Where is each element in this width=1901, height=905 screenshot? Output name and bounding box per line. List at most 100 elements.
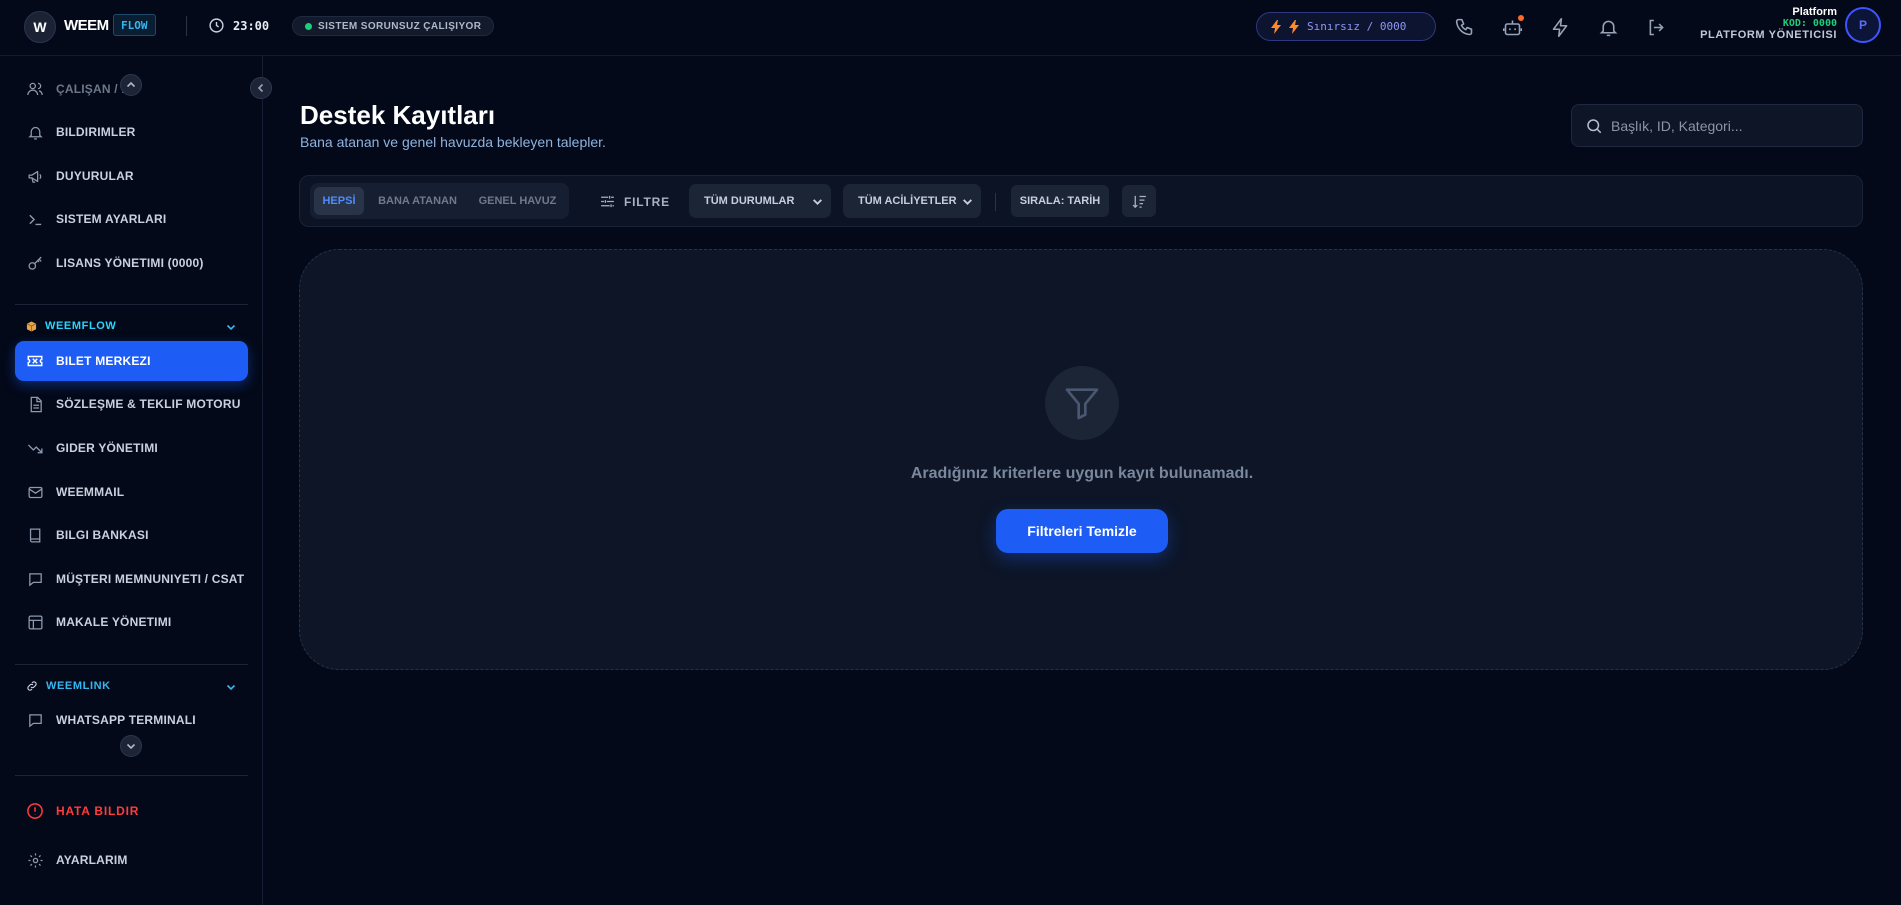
logo-badge[interactable]: W [24, 11, 56, 43]
sidebar-item-expenses[interactable]: GIDER YÖNETIMI [15, 428, 248, 468]
sidebar-item-whatsapp[interactable]: WHATSAPP TERMINALI [15, 700, 248, 740]
user-info[interactable]: Platform KOD: 0000 PLATFORM YÖNETICISI [1700, 6, 1837, 41]
chevron-down-icon [812, 196, 823, 207]
sidebar-item-csat[interactable]: MÜŞTERI MEMNUNIYETI / CSAT [15, 559, 248, 599]
sidebar-item-license[interactable]: LISANS YÖNETIMI (0000) [15, 243, 248, 283]
layout-icon [26, 613, 44, 631]
sidebar-item-label: MAKALE YÖNETIMI [56, 615, 172, 629]
chevron-down-icon[interactable] [226, 322, 236, 332]
lightning-icon [1271, 19, 1281, 34]
sidebar-item-articles[interactable]: MAKALE YÖNETIMI [15, 602, 248, 642]
system-status-text: SISTEM SORUNSUZ ÇALIŞIYOR [318, 20, 482, 32]
tab-all[interactable]: HEPSİ [314, 187, 364, 215]
chat-icon [26, 711, 44, 729]
sidebar-item-label: ÇALIŞAN / E [56, 82, 130, 96]
sidebar-item-label: BILGI BANKASI [56, 528, 149, 542]
sidebar-item-label: DUYURULAR [56, 169, 134, 183]
brand-name: WEEM [64, 17, 109, 34]
divider [995, 193, 996, 211]
sidebar-item-notifications[interactable]: BILDIRIMLER [15, 112, 248, 152]
sidebar-item-label: BILDIRIMLER [56, 125, 136, 139]
ticket-icon [26, 352, 44, 370]
report-bug-label: HATA BILDIR [56, 804, 140, 818]
sort-descending-icon [1131, 193, 1148, 210]
chevron-down-icon[interactable] [226, 682, 236, 692]
book-icon [26, 526, 44, 544]
alert-circle-icon [26, 802, 44, 820]
chevron-down-icon [962, 196, 973, 207]
sidebar-item-label: SÖZLEŞME & TEKLIF MOTORU [56, 397, 241, 411]
sidebar-item-knowledge-base[interactable]: BILGI BANKASI [15, 515, 248, 555]
group-header-weemlink[interactable]: WEEMLINK [26, 680, 111, 692]
sort-direction-button[interactable] [1122, 185, 1156, 217]
bell-icon[interactable] [1596, 15, 1620, 39]
tab-assigned-to-me[interactable]: BANA ATANAN [370, 187, 465, 215]
sidebar-item-label: LISANS YÖNETIMI (0000) [56, 256, 204, 270]
bot-icon[interactable] [1500, 15, 1524, 39]
users-icon [26, 80, 44, 98]
gear-icon [26, 851, 44, 869]
document-icon [26, 395, 44, 413]
sidebar-item-ticket-center[interactable]: BILET MERKEZI [15, 341, 248, 381]
divider [15, 775, 248, 776]
sidebar-item-label: MÜŞTERI MEMNUNIYETI / CSAT [56, 572, 245, 586]
key-icon [26, 254, 44, 272]
logo-letter: W [33, 19, 47, 35]
phone-icon[interactable] [1452, 15, 1476, 39]
tab-general-pool[interactable]: GENEL HAVUZ [470, 187, 565, 215]
divider [186, 16, 187, 36]
box-icon [26, 320, 37, 332]
page-title: Destek Kayıtları [300, 100, 496, 130]
status-select-value: TÜM DURUMLAR [704, 195, 795, 207]
user-name: Platform [1792, 6, 1837, 18]
scroll-up-button[interactable] [120, 74, 142, 96]
notification-dot [1518, 15, 1524, 21]
megaphone-icon [26, 167, 44, 185]
filter-button[interactable]: FILTRE [599, 193, 670, 210]
sidebar-item-label: WEEMMAIL [56, 485, 125, 499]
sidebar-item-announcements[interactable]: DUYURULAR [15, 156, 248, 196]
avatar-letter: P [1858, 18, 1867, 32]
sidebar-collapse-button[interactable] [250, 77, 272, 99]
empty-state-card [299, 249, 1863, 670]
status-dot [305, 22, 312, 30]
clear-filters-button[interactable]: Filtreleri Temizle [996, 509, 1168, 553]
trend-down-icon [26, 439, 44, 457]
link-icon [26, 680, 38, 692]
divider [15, 664, 248, 665]
filter-label: FILTRE [624, 194, 670, 209]
filter-icon [1045, 366, 1119, 440]
status-select[interactable]: TÜM DURUMLAR [689, 184, 831, 218]
brand-tag: FLOW [113, 14, 156, 36]
credit-pill[interactable]: Sınırsız / 0000 [1256, 12, 1436, 41]
divider [15, 304, 248, 305]
tab-group: HEPSİ BANA ATANAN GENEL HAVUZ [310, 183, 569, 219]
scroll-down-button[interactable] [120, 735, 142, 757]
sidebar-item-system-settings[interactable]: SISTEM AYARLARI [15, 199, 248, 239]
avatar[interactable]: P [1845, 7, 1881, 43]
top-bar: W WEEM FLOW 23:00 SISTEM SORUNSUZ ÇALIŞI… [0, 0, 1901, 56]
sidebar-item-contracts[interactable]: SÖZLEŞME & TEKLIF MOTORU [15, 384, 248, 424]
group-title: WEEMLINK [46, 680, 111, 692]
report-bug-button[interactable]: HATA BILDIR [15, 791, 248, 831]
sidebar-item-weemmail[interactable]: WEEMMAIL [15, 472, 248, 512]
terminal-icon [26, 210, 44, 228]
lightning-icon[interactable] [1548, 15, 1572, 39]
sliders-icon [599, 193, 616, 210]
urgency-select[interactable]: TÜM ACİLİYETLER [843, 184, 981, 218]
sort-button[interactable]: SIRALA: TARİH [1011, 185, 1109, 217]
group-header-weemflow[interactable]: WEEMFLOW [26, 320, 116, 332]
bell-icon [26, 123, 44, 141]
sidebar-item-label: BILET MERKEZI [56, 354, 151, 368]
sidebar-item-label: SISTEM AYARLARI [56, 212, 167, 226]
logout-icon[interactable] [1644, 15, 1668, 39]
search-icon [1585, 117, 1603, 135]
sidebar-item-label: WHATSAPP TERMINALI [56, 713, 196, 727]
clock-icon [208, 17, 225, 34]
group-title: WEEMFLOW [45, 320, 117, 332]
lightning-icon [1289, 19, 1299, 34]
search-box[interactable] [1571, 104, 1863, 147]
sidebar-item-label: AYARLARIM [56, 853, 128, 867]
sidebar-item-my-settings[interactable]: AYARLARIM [15, 840, 248, 880]
search-input[interactable] [1611, 117, 1851, 134]
